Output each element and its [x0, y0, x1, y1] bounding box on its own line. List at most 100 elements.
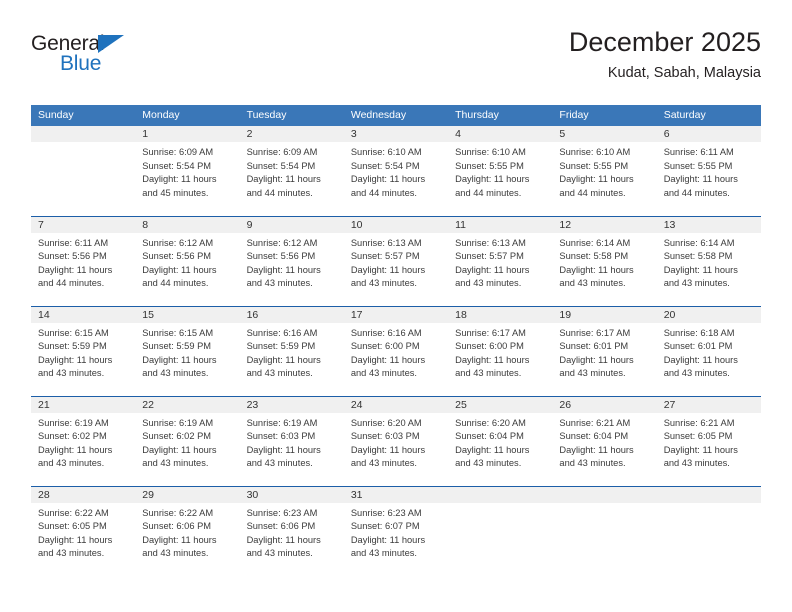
sunset-text: Sunset: 5:58 PM [559, 251, 629, 262]
sunset-text: Sunset: 6:06 PM [246, 521, 316, 532]
generalblue-logo[interactable]: General Blue [31, 32, 231, 88]
day-cell[interactable]: 2 Sunrise: 6:09 AM Sunset: 5:54 PM Dayli… [239, 126, 344, 216]
weekday-header-sunday: Sunday [31, 105, 136, 126]
weekday-header-wednesday: Wednesday [343, 105, 449, 126]
sunset-text: Sunset: 6:04 PM [455, 431, 524, 442]
day-cell[interactable]: 31 Sunrise: 6:23 AM Sunset: 6:07 PM Dayl… [343, 485, 449, 576]
day-cell[interactable]: 24 Sunrise: 6:20 AM Sunset: 6:03 PM Dayl… [343, 395, 449, 486]
day-details: Sunrise: 6:09 AM Sunset: 5:54 PM Dayligh… [135, 142, 239, 200]
day-cell[interactable]: 13 Sunrise: 6:14 AM Sunset: 5:58 PM Dayl… [656, 215, 761, 306]
day-details: Sunrise: 6:14 AM Sunset: 5:58 PM Dayligh… [552, 233, 656, 291]
day-cell[interactable]: 10 Sunrise: 6:13 AM Sunset: 5:57 PM Dayl… [343, 215, 449, 306]
day-details: Sunrise: 6:17 AM Sunset: 6:01 PM Dayligh… [552, 323, 656, 381]
day-cell[interactable]: 8 Sunrise: 6:12 AM Sunset: 5:56 PM Dayli… [135, 215, 240, 306]
day-details: Sunrise: 6:12 AM Sunset: 5:56 PM Dayligh… [240, 233, 344, 291]
day-cell[interactable]: 7 Sunrise: 6:11 AM Sunset: 5:56 PM Dayli… [31, 215, 136, 306]
daylight-text-line2: and 44 minutes. [142, 278, 209, 289]
day-number: 26 [552, 396, 657, 413]
sunrise-text: Sunrise: 6:11 AM [663, 147, 734, 157]
day-number: 4 [448, 126, 553, 142]
day-cell[interactable]: 5 Sunrise: 6:10 AM Sunset: 5:55 PM Dayli… [552, 126, 657, 216]
day-cell[interactable]: 14 Sunrise: 6:15 AM Sunset: 5:59 PM Dayl… [31, 305, 136, 396]
day-cell[interactable]: 1 Sunrise: 6:09 AM Sunset: 5:54 PM Dayli… [135, 126, 240, 216]
day-number: 14 [31, 306, 136, 323]
daylight-text-line1: Daylight: 11 hours [350, 354, 426, 365]
day-cell[interactable]: 26 Sunrise: 6:21 AM Sunset: 6:04 PM Dayl… [552, 395, 657, 486]
daylight-text-line1: Daylight: 11 hours [246, 444, 321, 455]
day-details: Sunrise: 6:10 AM Sunset: 5:55 PM Dayligh… [448, 142, 552, 200]
sunrise-text: Sunrise: 6:14 AM [663, 237, 735, 248]
sunset-text: Sunset: 5:59 PM [142, 341, 212, 352]
day-cell[interactable]: 9 Sunrise: 6:12 AM Sunset: 5:56 PM Dayli… [239, 215, 344, 306]
day-details: Sunrise: 6:14 AM Sunset: 5:58 PM Dayligh… [657, 233, 761, 291]
day-number [31, 126, 136, 142]
day-cell[interactable]: 17 Sunrise: 6:16 AM Sunset: 6:00 PM Dayl… [343, 305, 449, 396]
sunrise-text: Sunrise: 6:10 AM [350, 147, 422, 157]
day-cell[interactable]: 16 Sunrise: 6:16 AM Sunset: 5:59 PM Dayl… [239, 305, 344, 396]
sunrise-text: Sunrise: 6:19 AM [142, 417, 214, 428]
sunrise-text: Sunrise: 6:12 AM [246, 237, 318, 248]
daylight-text-line2: and 43 minutes. [559, 368, 626, 379]
day-cell[interactable]: 22 Sunrise: 6:19 AM Sunset: 6:02 PM Dayl… [135, 395, 240, 486]
day-number [656, 486, 761, 503]
daylight-text-line2: and 43 minutes. [246, 368, 313, 379]
day-cell[interactable]: 12 Sunrise: 6:14 AM Sunset: 5:58 PM Dayl… [552, 215, 657, 306]
daylight-text-line1: Daylight: 11 hours [663, 174, 738, 185]
daylight-text-line2: and 43 minutes. [663, 278, 730, 289]
day-cell[interactable]: 20 Sunrise: 6:18 AM Sunset: 6:01 PM Dayl… [656, 305, 761, 396]
day-cell[interactable]: 19 Sunrise: 6:17 AM Sunset: 6:01 PM Dayl… [552, 305, 657, 396]
day-number: 31 [343, 486, 449, 503]
day-cell[interactable]: 11 Sunrise: 6:13 AM Sunset: 5:57 PM Dayl… [448, 215, 553, 306]
sunset-text: Sunset: 6:03 PM [350, 431, 420, 442]
daylight-text-line1: Daylight: 11 hours [142, 174, 217, 185]
day-number: 29 [135, 486, 240, 503]
daylight-text-line1: Daylight: 11 hours [246, 534, 321, 545]
day-cell[interactable]: 29 Sunrise: 6:22 AM Sunset: 6:06 PM Dayl… [135, 485, 240, 576]
day-cell[interactable]: 6 Sunrise: 6:11 AM Sunset: 5:55 PM Dayli… [656, 126, 761, 216]
day-details: Sunrise: 6:16 AM Sunset: 5:59 PM Dayligh… [240, 323, 344, 381]
daylight-text-line2: and 43 minutes. [350, 368, 417, 379]
day-cell[interactable]: 27 Sunrise: 6:21 AM Sunset: 6:05 PM Dayl… [656, 395, 761, 486]
sunrise-text: Sunrise: 6:14 AM [559, 237, 631, 248]
day-number: 1 [135, 126, 240, 142]
sunset-text: Sunset: 5:56 PM [38, 251, 107, 262]
daylight-text-line2: and 44 minutes. [455, 187, 522, 198]
day-cell[interactable]: 30 Sunrise: 6:23 AM Sunset: 6:06 PM Dayl… [239, 485, 344, 576]
sunrise-text: Sunrise: 6:19 AM [246, 417, 318, 428]
day-cell[interactable]: 21 Sunrise: 6:19 AM Sunset: 6:02 PM Dayl… [31, 395, 136, 486]
sunset-text: Sunset: 5:55 PM [455, 160, 524, 171]
day-cell[interactable]: 3 Sunrise: 6:10 AM Sunset: 5:54 PM Dayli… [343, 126, 449, 216]
sunrise-text: Sunrise: 6:17 AM [559, 327, 631, 338]
daylight-text-line1: Daylight: 11 hours [559, 354, 634, 365]
weekday-header-monday: Monday [135, 105, 240, 126]
day-number: 24 [343, 396, 449, 413]
day-cell[interactable]: 4 Sunrise: 6:10 AM Sunset: 5:55 PM Dayli… [448, 126, 553, 216]
day-details: Sunrise: 6:23 AM Sunset: 6:06 PM Dayligh… [240, 503, 344, 561]
sunset-text: Sunset: 5:54 PM [246, 160, 316, 171]
day-cell[interactable]: 28 Sunrise: 6:22 AM Sunset: 6:05 PM Dayl… [31, 485, 136, 576]
sunset-text: Sunset: 6:00 PM [350, 341, 420, 352]
day-cell[interactable]: 18 Sunrise: 6:17 AM Sunset: 6:00 PM Dayl… [448, 305, 553, 396]
daylight-text-line1: Daylight: 11 hours [455, 444, 530, 455]
daylight-text-line1: Daylight: 11 hours [142, 534, 217, 545]
weekday-header-thursday: Thursday [448, 105, 553, 126]
sunset-text: Sunset: 5:58 PM [663, 251, 733, 262]
daylight-text-line1: Daylight: 11 hours [663, 444, 738, 455]
day-cell[interactable]: 25 Sunrise: 6:20 AM Sunset: 6:04 PM Dayl… [448, 395, 553, 486]
day-cell[interactable]: 23 Sunrise: 6:19 AM Sunset: 6:03 PM Dayl… [239, 395, 344, 486]
day-details: Sunrise: 6:11 AM Sunset: 5:55 PM Dayligh… [657, 142, 761, 200]
week-row: 14 Sunrise: 6:15 AM Sunset: 5:59 PM Dayl… [31, 305, 761, 396]
day-cell[interactable]: 15 Sunrise: 6:15 AM Sunset: 5:59 PM Dayl… [135, 305, 240, 396]
daylight-text-line1: Daylight: 11 hours [350, 444, 426, 455]
daylight-text-line1: Daylight: 11 hours [663, 264, 738, 275]
daylight-text-line2: and 43 minutes. [663, 458, 730, 469]
sunset-text: Sunset: 6:02 PM [142, 431, 212, 442]
daylight-text-line2: and 43 minutes. [663, 368, 730, 379]
day-details: Sunrise: 6:20 AM Sunset: 6:04 PM Dayligh… [448, 413, 552, 471]
daylight-text-line2: and 43 minutes. [559, 458, 626, 469]
daylight-text-line2: and 43 minutes. [246, 458, 313, 469]
day-details: Sunrise: 6:15 AM Sunset: 5:59 PM Dayligh… [31, 323, 135, 381]
daylight-text-line1: Daylight: 11 hours [350, 534, 426, 545]
day-details: Sunrise: 6:23 AM Sunset: 6:07 PM Dayligh… [344, 503, 448, 561]
day-details: Sunrise: 6:20 AM Sunset: 6:03 PM Dayligh… [344, 413, 448, 471]
